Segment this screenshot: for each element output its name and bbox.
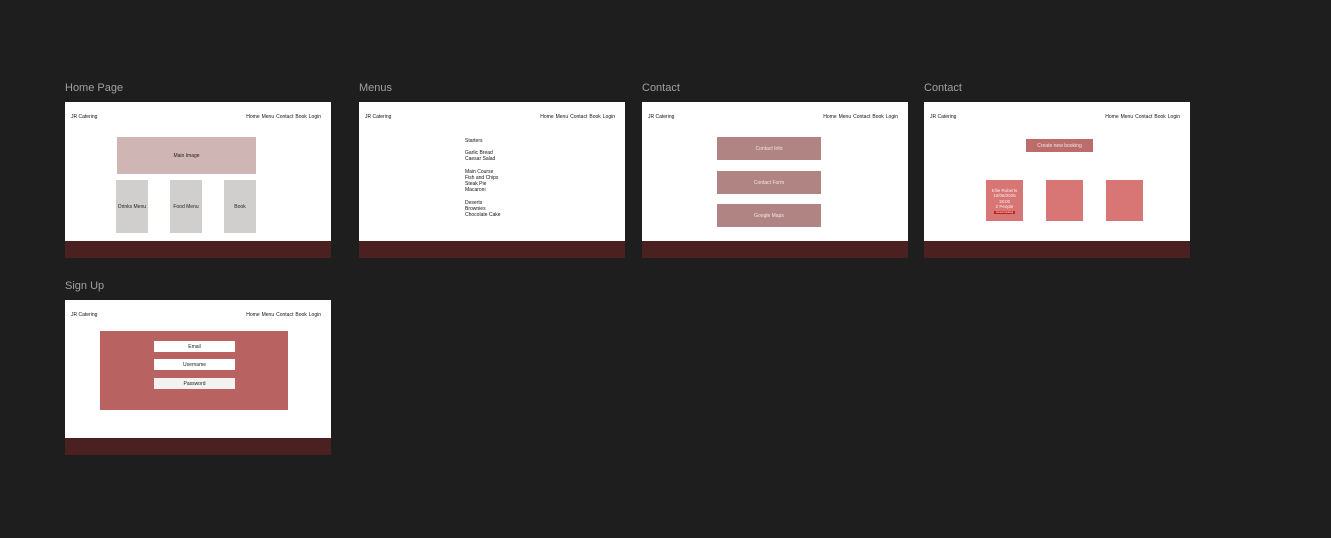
nav-contact[interactable]: Contact <box>276 312 293 318</box>
nav-book[interactable]: Book <box>872 114 883 120</box>
contact-form-button[interactable]: Contact Form <box>717 171 821 194</box>
footer <box>65 241 331 258</box>
nav-home[interactable]: Home <box>823 114 836 120</box>
nav-login[interactable]: Login <box>309 312 321 318</box>
nav-book[interactable]: Book <box>295 312 306 318</box>
menu-item: Caesar Salad <box>465 156 496 162</box>
booking-people: 2 People <box>995 204 1014 209</box>
frame-bookings[interactable]: JR Catering Home Menu Contact Book Login… <box>924 102 1190 258</box>
nav-menu[interactable]: Menu <box>262 312 275 318</box>
booking-card[interactable]: Ellie Roberts 10/06/2025 18:00 2 People … <box>986 180 1023 221</box>
cancel-booking-button[interactable]: Cancel booking <box>993 210 1016 214</box>
signup-form-panel: Email Username Password <box>100 331 288 410</box>
menu-item: Chocolate Cake <box>465 212 501 218</box>
nav-bar: Home Menu Contact Book Login <box>823 114 898 120</box>
frame-label-contact: Contact <box>642 82 680 94</box>
book-tile[interactable]: Book <box>224 180 256 233</box>
frame-label-menus: Menus <box>359 82 393 94</box>
nav-book[interactable]: Book <box>1154 114 1165 120</box>
brand-logo[interactable]: JR Catering <box>365 114 391 120</box>
nav-book[interactable]: Book <box>295 114 306 120</box>
food-menu-tile[interactable]: Food Menu <box>170 180 202 233</box>
nav-login[interactable]: Login <box>603 114 615 120</box>
menu-main-course: Main Course Fish and Chips Steak Pie Mac… <box>465 169 501 193</box>
frame-label-signup: Sign Up <box>65 280 105 292</box>
drinks-menu-tile[interactable]: Drinks Menu <box>116 180 148 233</box>
username-field[interactable]: Username <box>154 359 235 370</box>
brand-logo[interactable]: JR Catering <box>71 312 97 318</box>
frame-sign-up[interactable]: JR Catering Home Menu Contact Book Login… <box>65 300 331 455</box>
frame-menus[interactable]: JR Catering Home Menu Contact Book Login… <box>359 102 625 258</box>
nav-menu[interactable]: Menu <box>262 114 275 120</box>
frame-label-bookings: Contact <box>924 82 962 94</box>
nav-bar: Home Menu Contact Book Login <box>1105 114 1180 120</box>
nav-contact[interactable]: Contact <box>570 114 587 120</box>
main-image-placeholder: Main Image <box>117 137 256 174</box>
nav-home[interactable]: Home <box>1105 114 1118 120</box>
brand-logo[interactable]: JR Catering <box>930 114 956 120</box>
footer <box>359 241 625 258</box>
nav-bar: Home Menu Contact Book Login <box>246 114 321 120</box>
menu-list: Starters Garlic Bread Caesar Salad Main … <box>465 138 501 225</box>
nav-home[interactable]: Home <box>246 312 259 318</box>
frame-home-page[interactable]: JR Catering Home Menu Contact Book Login… <box>65 102 331 258</box>
menu-starters: Starters Garlic Bread Caesar Salad <box>465 138 501 162</box>
nav-menu[interactable]: Menu <box>1121 114 1134 120</box>
nav-book[interactable]: Book <box>589 114 600 120</box>
menu-item: Macaroni <box>465 187 486 193</box>
google-maps-button[interactable]: Google Maps <box>717 204 821 227</box>
brand-logo[interactable]: JR Catering <box>71 114 97 120</box>
nav-contact[interactable]: Contact <box>276 114 293 120</box>
nav-bar: Home Menu Contact Book Login <box>540 114 615 120</box>
nav-login[interactable]: Login <box>1168 114 1180 120</box>
menu-heading: Starters <box>465 138 483 144</box>
nav-login[interactable]: Login <box>886 114 898 120</box>
nav-login[interactable]: Login <box>309 114 321 120</box>
frame-label-home: Home Page <box>65 82 124 94</box>
booking-card-empty[interactable] <box>1106 180 1143 221</box>
nav-contact[interactable]: Contact <box>853 114 870 120</box>
nav-home[interactable]: Home <box>540 114 553 120</box>
nav-contact[interactable]: Contact <box>1135 114 1152 120</box>
brand-logo[interactable]: JR Catering <box>648 114 674 120</box>
password-field[interactable]: Password <box>154 378 235 389</box>
nav-menu[interactable]: Menu <box>556 114 569 120</box>
footer <box>65 438 331 455</box>
booking-card-empty[interactable] <box>1046 180 1083 221</box>
nav-home[interactable]: Home <box>246 114 259 120</box>
footer <box>642 241 908 258</box>
nav-menu[interactable]: Menu <box>839 114 852 120</box>
footer <box>924 241 1190 258</box>
contact-info-button[interactable]: Contact Info <box>717 137 821 160</box>
frame-contact[interactable]: JR Catering Home Menu Contact Book Login… <box>642 102 908 258</box>
email-field[interactable]: Email <box>154 341 235 352</box>
nav-bar: Home Menu Contact Book Login <box>246 312 321 318</box>
menu-deserts: Deserts Brownies Chocolate Cake <box>465 200 501 218</box>
create-booking-button[interactable]: Create new booking <box>1026 139 1093 152</box>
